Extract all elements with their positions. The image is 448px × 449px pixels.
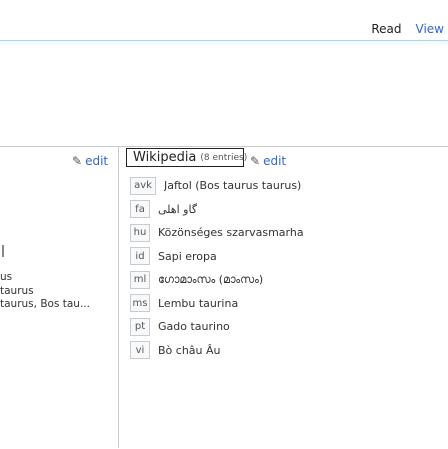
tab-view[interactable]: View bbox=[416, 22, 444, 42]
sitelink-title[interactable]: Jaftol (Bos taurus taurus) bbox=[164, 179, 301, 192]
list-item: fa گاو اهلی bbox=[130, 198, 448, 222]
list-item: vi Bò châu Âu bbox=[130, 339, 448, 363]
list-item: pt Gado taurino bbox=[130, 315, 448, 339]
left-edit-label: edit bbox=[85, 154, 109, 168]
sitelink-title[interactable]: Bò châu Âu bbox=[158, 344, 221, 357]
view-tabs: Read View bbox=[371, 22, 444, 42]
wikipedia-edit-link[interactable]: ✎ edit bbox=[250, 154, 286, 168]
tab-read[interactable]: Read bbox=[371, 22, 402, 42]
language-code: fa bbox=[130, 200, 150, 219]
left-edit-link[interactable]: ✎ edit bbox=[72, 154, 108, 168]
language-code: vi bbox=[130, 341, 150, 360]
left-line: taurus, Bos tau... bbox=[0, 298, 90, 310]
sitelink-title[interactable]: Gado taurino bbox=[158, 320, 230, 333]
list-item: ms Lembu taurina bbox=[130, 292, 448, 316]
left-line: us bbox=[0, 271, 13, 283]
language-code: avk bbox=[130, 176, 156, 195]
left-line: taurus bbox=[0, 285, 34, 297]
sitelink-title[interactable]: ഗോമാംസം (മാംസം) bbox=[158, 273, 263, 287]
wikipedia-heading: Wikipedia (8 entries) bbox=[126, 148, 248, 167]
wikipedia-edit-label: edit bbox=[263, 154, 287, 168]
column-separator bbox=[118, 146, 119, 448]
language-code: ml bbox=[130, 270, 150, 289]
pencil-icon: ✎ bbox=[250, 154, 261, 168]
sitelink-title[interactable]: Lembu taurina bbox=[158, 297, 238, 310]
language-code: ms bbox=[130, 294, 150, 313]
language-code: id bbox=[130, 247, 150, 266]
list-item: avk Jaftol (Bos taurus taurus) bbox=[130, 174, 448, 198]
sitelink-title[interactable]: گاو اهلی bbox=[158, 203, 197, 216]
left-marker bbox=[2, 245, 4, 257]
list-item: hu Közönséges szarvasmarha bbox=[130, 221, 448, 245]
wikipedia-title: Wikipedia bbox=[133, 150, 197, 165]
pencil-icon: ✎ bbox=[72, 154, 83, 168]
list-item: ml ഗോമാംസം (മാംസം) bbox=[130, 268, 448, 292]
sitelinks-list: avk Jaftol (Bos taurus taurus) fa گاو اه… bbox=[130, 174, 448, 362]
sitelink-title[interactable]: Sapi eropa bbox=[158, 250, 217, 263]
sitelink-title[interactable]: Közönséges szarvasmarha bbox=[158, 226, 304, 239]
entries-count: (8 entries) bbox=[200, 152, 248, 163]
header-shade bbox=[0, 41, 448, 49]
list-item: id Sapi eropa bbox=[130, 245, 448, 269]
language-code: pt bbox=[130, 317, 150, 336]
language-code: hu bbox=[130, 223, 150, 242]
